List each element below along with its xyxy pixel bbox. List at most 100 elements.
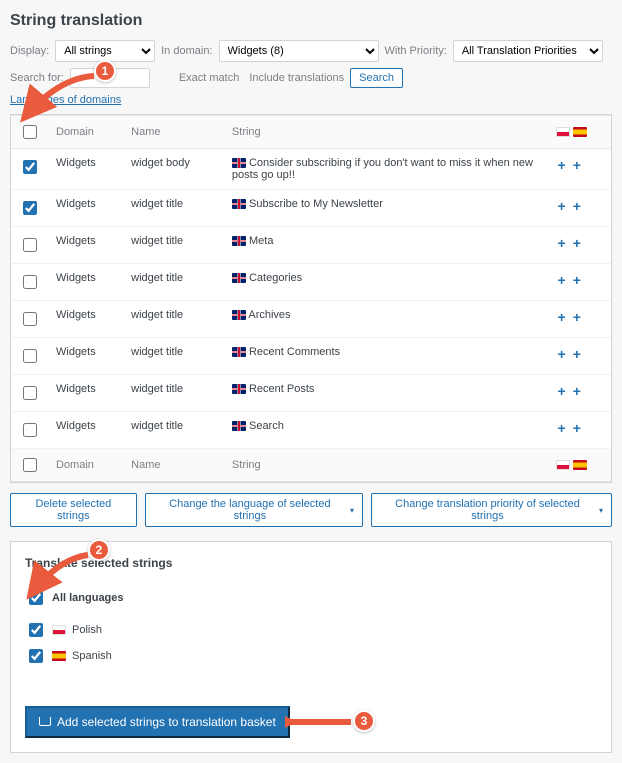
add-translation-es[interactable]: + — [571, 198, 583, 214]
table-row: Widgetswidget title Recent Posts+ + — [11, 375, 611, 412]
table-row: Widgetswidget title Meta + + — [11, 227, 611, 264]
search-button[interactable]: Search — [350, 68, 403, 88]
add-translation-pl[interactable]: + — [556, 309, 568, 325]
basket-icon — [39, 715, 51, 729]
add-translation-pl[interactable]: + — [556, 346, 568, 362]
row-domain: Widgets — [48, 338, 123, 375]
col-flags-foot — [548, 449, 611, 482]
display-label: Display: — [10, 45, 49, 57]
flag-gb-icon — [232, 421, 246, 431]
row-domain: Widgets — [48, 264, 123, 301]
row-checkbox[interactable] — [23, 275, 37, 289]
row-name: widget title — [123, 190, 224, 227]
add-translation-es[interactable]: + — [571, 235, 583, 251]
table-row: Widgetswidget title Archives + + — [11, 301, 611, 338]
row-domain: Widgets — [48, 149, 123, 190]
flag-pl-icon — [556, 127, 570, 137]
row-name: widget title — [123, 301, 224, 338]
row-string: Categories — [249, 272, 302, 284]
callout-2: 2 — [88, 539, 110, 561]
change-language-button[interactable]: Change the language of selected strings … — [145, 493, 363, 527]
callout-3: 3 — [353, 710, 375, 732]
table-row: Widgetswidget body Consider subscribing … — [11, 149, 611, 190]
row-name: widget title — [123, 227, 224, 264]
flag-gb-icon — [232, 199, 246, 209]
add-to-basket-button[interactable]: Add selected strings to translation bask… — [25, 706, 290, 738]
chevron-down-icon: ▾ — [350, 506, 354, 515]
row-name: widget body — [123, 149, 224, 190]
row-string: Consider subscribing if you don't want t… — [232, 157, 533, 181]
domain-select[interactable]: Widgets (8) — [219, 40, 379, 62]
chevron-down-icon: ▾ — [599, 506, 603, 515]
translate-section-title: Translate selected strings — [25, 556, 597, 570]
row-name: widget title — [123, 375, 224, 412]
row-domain: Widgets — [48, 190, 123, 227]
callout-2-arrow — [24, 551, 90, 601]
row-domain: Widgets — [48, 301, 123, 338]
table-row: Widgetswidget title Subscribe to My News… — [11, 190, 611, 227]
col-string-foot[interactable]: String — [224, 449, 548, 482]
flag-es-icon — [573, 460, 587, 470]
add-translation-pl[interactable]: + — [556, 420, 568, 436]
flag-pl-icon — [556, 460, 570, 470]
add-translation-pl[interactable]: + — [556, 272, 568, 288]
flag-gb-icon — [232, 158, 246, 168]
col-name[interactable]: Name — [123, 116, 224, 149]
col-domain-foot[interactable]: Domain — [48, 449, 123, 482]
add-translation-pl[interactable]: + — [556, 198, 568, 214]
row-checkbox[interactable] — [23, 201, 37, 215]
exact-match-label: Exact match — [179, 72, 240, 84]
callout-1-arrow — [18, 72, 96, 126]
add-translation-pl[interactable]: + — [556, 383, 568, 399]
row-domain: Widgets — [48, 227, 123, 264]
flag-gb-icon — [232, 384, 246, 394]
table-row: Widgetswidget title Recent Comments+ + — [11, 338, 611, 375]
add-translation-es[interactable]: + — [571, 383, 583, 399]
row-checkbox[interactable] — [23, 312, 37, 326]
row-checkbox[interactable] — [23, 386, 37, 400]
priority-select[interactable]: All Translation Priorities — [453, 40, 603, 62]
add-translation-es[interactable]: + — [571, 309, 583, 325]
row-string: Archives — [248, 309, 290, 321]
row-domain: Widgets — [48, 412, 123, 449]
delete-selected-button[interactable]: Delete selected strings — [10, 493, 137, 527]
callout-3-arrow — [285, 714, 355, 730]
language-checkbox[interactable] — [29, 649, 43, 663]
row-string: Meta — [249, 235, 273, 247]
row-checkbox[interactable] — [23, 423, 37, 437]
table-row: Widgetswidget title Categories + + — [11, 264, 611, 301]
row-checkbox[interactable] — [23, 160, 37, 174]
language-label: Polish — [72, 624, 102, 636]
row-checkbox[interactable] — [23, 349, 37, 363]
row-string: Recent Posts — [249, 383, 314, 395]
add-translation-es[interactable]: + — [571, 346, 583, 362]
flag-gb-icon — [232, 310, 246, 320]
col-name-foot[interactable]: Name — [123, 449, 224, 482]
change-priority-button[interactable]: Change translation priority of selected … — [371, 493, 612, 527]
domain-label: In domain: — [161, 45, 212, 57]
add-translation-es[interactable]: + — [571, 420, 583, 436]
row-name: widget title — [123, 412, 224, 449]
col-string[interactable]: String — [224, 116, 548, 149]
flag-pl-icon — [52, 625, 66, 635]
row-string: Search — [249, 420, 284, 432]
include-translations-label: Include translations — [249, 72, 344, 84]
add-translation-es[interactable]: + — [571, 272, 583, 288]
select-all-checkbox[interactable] — [23, 125, 37, 139]
display-select[interactable]: All strings — [55, 40, 155, 62]
row-string: Subscribe to My Newsletter — [249, 198, 383, 210]
select-all-checkbox-bottom[interactable] — [23, 458, 37, 472]
row-string: Recent Comments — [249, 346, 340, 358]
table-row: Widgetswidget title Search + + — [11, 412, 611, 449]
language-label: Spanish — [72, 650, 112, 662]
flag-es-icon — [52, 651, 66, 661]
add-translation-pl[interactable]: + — [556, 157, 568, 173]
add-translation-es[interactable]: + — [571, 157, 583, 173]
row-name: widget title — [123, 264, 224, 301]
col-flags — [548, 116, 611, 149]
row-checkbox[interactable] — [23, 238, 37, 252]
callout-1: 1 — [94, 60, 116, 82]
flag-gb-icon — [232, 347, 246, 357]
language-checkbox[interactable] — [29, 623, 43, 637]
add-translation-pl[interactable]: + — [556, 235, 568, 251]
